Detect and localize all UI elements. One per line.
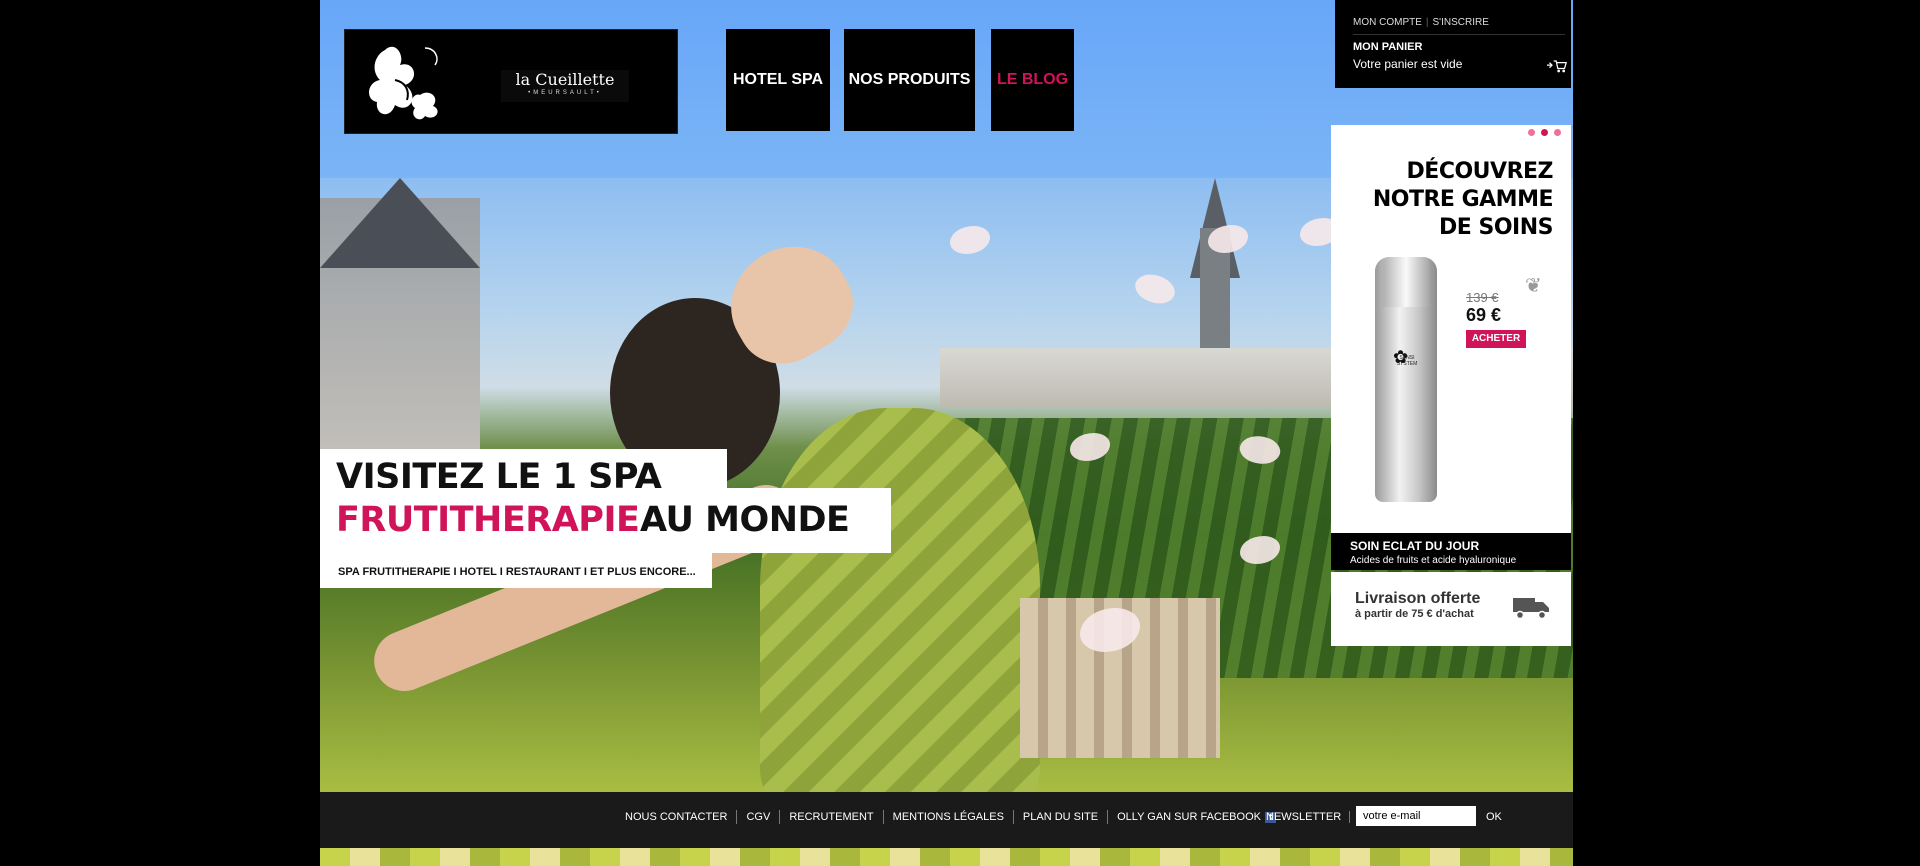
headline-frutitherapie: FRUTITHERAPIE: [336, 500, 640, 540]
carousel-dots: [1528, 129, 1561, 136]
bottom-image-strip: [320, 848, 1573, 866]
cart-title[interactable]: MON PANIER: [1353, 41, 1422, 53]
woman-dress: [760, 408, 1040, 792]
account-box: MON COMPTE | S'INSCRIRE MON PANIER Votre p…: [1335, 0, 1571, 88]
nav-le-blog[interactable]: LE BLOG: [991, 29, 1074, 131]
newsletter-submit-button[interactable]: OK: [1486, 811, 1502, 823]
product-caption[interactable]: SOIN ECLAT DU JOUR Acides de fruits et a…: [1331, 533, 1571, 570]
footer-link-plan[interactable]: PLAN DU SITE: [1014, 810, 1109, 824]
headline-box-2: FRUTITHERAPIE AU MONDE: [320, 488, 891, 553]
signup-link[interactable]: S'INSCRIRE: [1433, 17, 1489, 28]
footer-link-facebook[interactable]: OLLY GAN SUR FACEBOOK f: [1108, 810, 1285, 824]
free-shipping-banner[interactable]: Livraison offerte à partir de 75 € d'ach…: [1331, 572, 1571, 646]
shipping-subtitle: à partir de 75 € d'achat: [1355, 608, 1474, 620]
new-price: 69 €: [1466, 305, 1502, 325]
headline-au-monde: AU MONDE: [640, 500, 850, 540]
product-name: SOIN ECLAT DU JOUR: [1350, 539, 1480, 553]
my-account-link[interactable]: MON COMPTE: [1353, 17, 1422, 28]
truck-icon: [1513, 598, 1549, 620]
buy-button[interactable]: ACHETER: [1466, 330, 1526, 348]
petal-icon: [1130, 266, 1180, 312]
cart-status: Votre panier est vide: [1353, 57, 1463, 71]
site-container: la Cueillette •MEURSAULT• HOTEL SPA NOS …: [320, 0, 1573, 866]
footer-links: NOUS CONTACTER CGV RECRUTEMENT MENTIONS …: [616, 810, 1285, 824]
petal-icon: [950, 226, 990, 254]
chateau-roof: [320, 178, 480, 268]
promo-title-line: NOTRE GAMME: [1372, 187, 1554, 212]
footer-link-cgv[interactable]: CGV: [737, 810, 781, 824]
bottle-label: SENSI SYSTEM: [1396, 355, 1418, 367]
brand-name: la Cueillette: [515, 70, 615, 89]
promo-title-line: DÉCOUVREZ: [1406, 159, 1554, 184]
shipping-title: Livraison offerte: [1355, 590, 1481, 607]
brand-logo[interactable]: la Cueillette •MEURSAULT•: [344, 29, 678, 134]
product-promo[interactable]: DÉCOUVREZ NOTRE GAMME DE SOINS ✿ SENSI S…: [1331, 125, 1571, 570]
product-description: Acides de fruits et acide hyaluronique: [1350, 555, 1517, 566]
promo-title-line: DE SOINS: [1439, 215, 1553, 240]
newsletter-email-input[interactable]: [1356, 806, 1476, 826]
logo-wordmark: la Cueillette •MEURSAULT•: [501, 70, 629, 102]
nav-nos-produits[interactable]: NOS PRODUITS: [844, 29, 975, 131]
carousel-dot[interactable]: [1554, 129, 1561, 136]
carousel-dot-active[interactable]: [1541, 129, 1548, 136]
product-bottle-cap: [1383, 257, 1429, 307]
account-links: MON COMPTE | S'INSCRIRE: [1353, 17, 1489, 28]
promo-title: DÉCOUVREZ NOTRE GAMME DE SOINS: [1343, 158, 1554, 242]
facebook-label: OLLY GAN SUR FACEBOOK: [1117, 811, 1261, 823]
carousel-dot[interactable]: [1528, 129, 1535, 136]
newsletter-label: NEWSLETTER: [1266, 811, 1351, 823]
footer: NOUS CONTACTER CGV RECRUTEMENT MENTIONS …: [320, 792, 1573, 848]
old-price: 139 €: [1466, 290, 1499, 305]
leaf-icon: ❦: [1525, 275, 1542, 297]
page: la Cueillette •MEURSAULT• HOTEL SPA NOS …: [0, 0, 1920, 866]
cart-icon[interactable]: [1547, 58, 1567, 74]
divider: [1353, 34, 1565, 35]
brand-subtitle: •MEURSAULT•: [528, 90, 602, 96]
separator: |: [1425, 17, 1429, 28]
footer-link-mentions[interactable]: MENTIONS LÉGALES: [884, 810, 1014, 824]
headline-subtitle: SPA FRUTITHERAPIE I HOTEL I RESTAURANT I…: [338, 566, 696, 578]
nav-hotel-spa[interactable]: HOTEL SPA: [726, 29, 830, 131]
headline-box-3: SPA FRUTITHERAPIE I HOTEL I RESTAURANT I…: [320, 553, 712, 588]
petal-icon: [1208, 225, 1248, 253]
footer-link-recrutement[interactable]: RECRUTEMENT: [780, 810, 884, 824]
logo-mark-icon: [369, 46, 438, 120]
footer-link-contact[interactable]: NOUS CONTACTER: [616, 810, 738, 824]
